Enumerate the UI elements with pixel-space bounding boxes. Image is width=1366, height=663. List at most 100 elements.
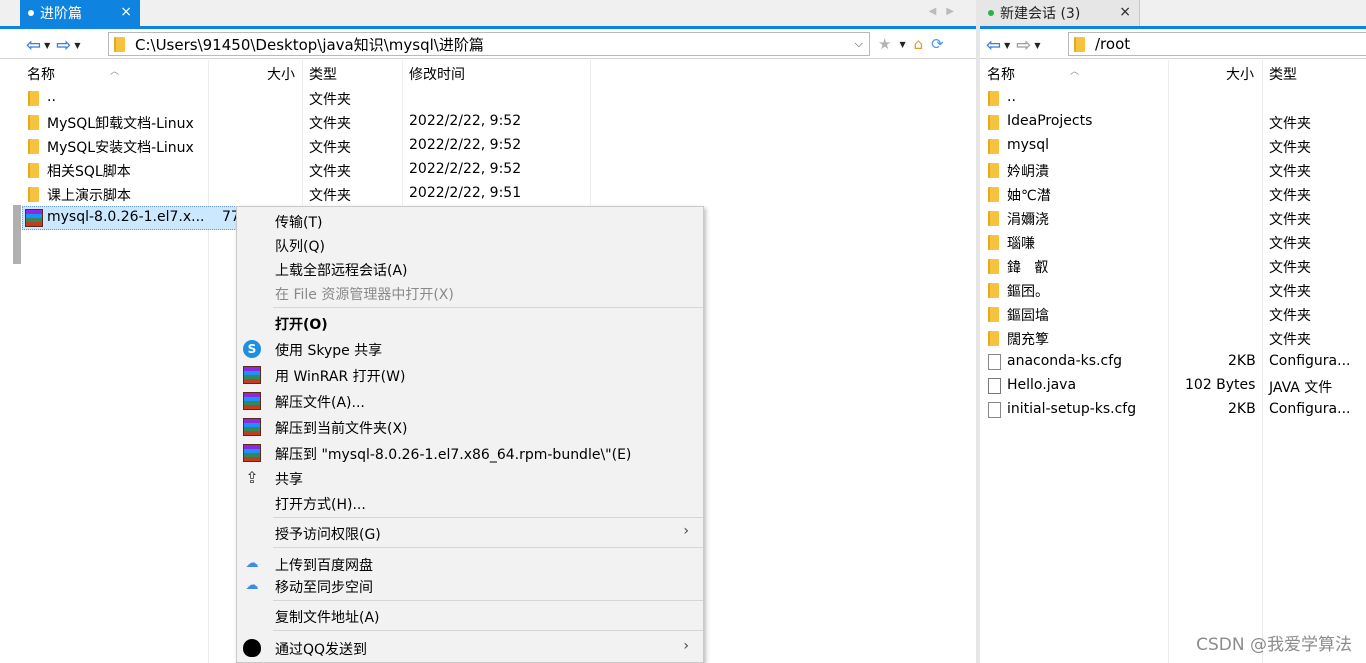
menu-item-baidu-upload[interactable]: ☁ 上传到百度网盘 (237, 552, 703, 576)
forward-arrow-icon[interactable]: ⇨ (56, 35, 71, 56)
folder-icon (28, 139, 39, 154)
folder-icon (988, 235, 999, 250)
list-item[interactable]: .. 文件夹 (0, 86, 976, 110)
local-column-header: 名称 ︿ 大小 类型 修改时间 (0, 60, 976, 85)
menu-item-send-via-qq[interactable]: 通过QQ发送到 › (237, 636, 703, 660)
file-modified: 2022/2/22, 9:51 (409, 185, 522, 201)
menu-item-transfer[interactable]: 传输(T) (237, 209, 703, 233)
back-dropdown-icon[interactable]: ▼ (44, 41, 50, 50)
text-file-icon (988, 378, 1001, 394)
list-item[interactable]: 鏂囩墖 文件夹 (980, 302, 1366, 326)
tab-scroll-arrows-icon[interactable]: ◀▶ (929, 6, 964, 17)
list-item[interactable]: 课上演示脚本 文件夹 2022/2/22, 9:51 (0, 182, 976, 206)
chevron-right-icon: › (683, 638, 689, 654)
file-modified: 2022/2/22, 9:52 (409, 113, 522, 129)
list-item[interactable]: 涓嬭浇 文件夹 (980, 206, 1366, 230)
file-name: IdeaProjects (1007, 113, 1093, 129)
file-size: 102 Bytes (1185, 377, 1256, 393)
file-name: 妗岄潰 (1007, 164, 1049, 180)
local-path-field[interactable]: C:\Users\91450\Desktop\java知识\mysql\进阶篇 … (108, 32, 870, 56)
list-item[interactable]: 瑙嗛 文件夹 (980, 230, 1366, 254)
scrollbar-thumb[interactable] (13, 205, 21, 264)
folder-icon (28, 187, 39, 202)
col-name[interactable]: 名称 (27, 64, 55, 84)
forward-dropdown-icon[interactable]: ▼ (1034, 41, 1040, 50)
file-modified: 2022/2/22, 9:52 (409, 137, 522, 153)
file-name: 相关SQL脚本 (47, 164, 131, 180)
local-pane: 进阶篇 × ◀▶ ⇦ ▼ ⇨ ▼ C:\Users\91450\Desktop\ja… (0, 0, 976, 663)
close-icon[interactable]: × (120, 4, 132, 20)
connected-status-dot (988, 10, 994, 16)
share-icon: ⇪ (245, 468, 259, 487)
tab-remote-session[interactable]: 新建会话 (3) × (980, 0, 1140, 26)
list-item[interactable]: mysql 文件夹 (980, 134, 1366, 158)
menu-item-extract-files[interactable]: 解压文件(A)... (237, 389, 703, 413)
menu-item-copy-path[interactable]: 复制文件地址(A) (237, 604, 703, 628)
col-size[interactable]: 大小 (267, 64, 295, 84)
list-item[interactable]: MySQL安装文档-Linux 文件夹 2022/2/22, 9:52 (0, 134, 976, 158)
file-type: 文件夹 (1269, 212, 1311, 228)
back-arrow-icon[interactable]: ⇦ (986, 35, 1001, 56)
refresh-icon[interactable]: ⟳ (931, 35, 944, 53)
menu-item-share[interactable]: ⇪ 共享 (237, 466, 703, 490)
file-name: Hello.java (1007, 377, 1077, 393)
menu-separator (273, 517, 703, 518)
bookmark-dropdown-icon[interactable]: ▼ (899, 40, 905, 49)
local-toolbar-icons: ★ ▼ ⌂ ⟳ (878, 35, 944, 53)
col-type[interactable]: 类型 (1269, 64, 1297, 84)
menu-item-move-to-sync[interactable]: ☁ 移动至同步空间 (237, 574, 703, 598)
menu-item-queue[interactable]: 队列(Q) (237, 233, 703, 257)
list-item[interactable]: anaconda-ks.cfg 2KB Configura... (980, 350, 1366, 374)
back-arrow-icon[interactable]: ⇦ (26, 35, 41, 56)
list-item[interactable]: 鍏 叡 文件夹 (980, 254, 1366, 278)
list-item[interactable]: 妗岄潰 文件夹 (980, 158, 1366, 182)
home-folder-icon[interactable]: ⌂ (914, 35, 924, 53)
menu-item-winrar-open[interactable]: 用 WinRAR 打开(W) (237, 363, 703, 387)
close-icon[interactable]: × (1119, 4, 1131, 20)
tab-local-session[interactable]: 进阶篇 × (20, 0, 140, 26)
qq-icon (243, 639, 261, 657)
back-dropdown-icon[interactable]: ▼ (1004, 41, 1010, 50)
list-item[interactable]: .. (980, 86, 1366, 110)
file-type: Configura... (1269, 353, 1351, 369)
file-type: 文件夹 (1269, 116, 1311, 132)
file-modified: 2022/2/22, 9:52 (409, 161, 522, 177)
folder-icon (114, 36, 125, 52)
list-item[interactable]: 鏂囨。 文件夹 (980, 278, 1366, 302)
menu-item-skype-share[interactable]: S 使用 Skype 共享 (237, 337, 703, 361)
list-item[interactable]: Hello.java 102 Bytes JAVA 文件 (980, 374, 1366, 398)
folder-icon (988, 283, 999, 298)
list-item[interactable]: MySQL卸载文档-Linux 文件夹 2022/2/22, 9:52 (0, 110, 976, 134)
list-item[interactable]: initial-setup-ks.cfg 2KB Configura... (980, 398, 1366, 422)
col-name[interactable]: 名称 (987, 64, 1015, 84)
sort-ascending-icon: ︿ (110, 67, 120, 77)
col-type[interactable]: 类型 (309, 64, 337, 84)
menu-item-open-in-explorer: 在 File 资源管理器中打开(X) (275, 287, 454, 303)
list-item[interactable]: IdeaProjects 文件夹 (980, 110, 1366, 134)
menu-item-grant-access[interactable]: 授予访问权限(G) › (237, 521, 703, 545)
list-item[interactable]: 相关SQL脚本 文件夹 2022/2/22, 9:52 (0, 158, 976, 182)
tab-label: 进阶篇 (40, 6, 82, 22)
menu-item-open[interactable]: 打开(O) (237, 311, 703, 335)
tab-status-dot (28, 10, 34, 16)
local-toolbar: ⇦ ▼ ⇨ ▼ C:\Users\91450\Desktop\java知识\mysq… (0, 29, 976, 59)
col-modified[interactable]: 修改时间 (409, 64, 465, 84)
menu-item-upload-all[interactable]: 上载全部远程会话(A) (237, 257, 703, 281)
chevron-down-icon[interactable]: ⌵ (855, 37, 863, 51)
forward-arrow-icon[interactable]: ⇨ (1016, 35, 1031, 56)
file-type: 文件夹 (1269, 236, 1311, 252)
list-item[interactable]: 妯℃澘 文件夹 (980, 182, 1366, 206)
tab-label: 新建会话 (3) (1000, 6, 1081, 22)
selected-list-item[interactable]: mysql-8.0.26-1.el7.x... 77 (22, 206, 240, 230)
folder-icon (988, 115, 999, 130)
col-size[interactable]: 大小 (1226, 64, 1254, 84)
remote-path-field[interactable]: /root (1068, 32, 1366, 56)
menu-item-extract-to-folder[interactable]: 解压到 "mysql-8.0.26-1.el7.x86_64.rpm-bundl… (237, 441, 703, 465)
bookmark-star-icon[interactable]: ★ (878, 35, 891, 53)
forward-dropdown-icon[interactable]: ▼ (74, 41, 80, 50)
folder-icon (28, 115, 39, 130)
menu-item-extract-here[interactable]: 解压到当前文件夹(X) (237, 415, 703, 439)
list-item[interactable]: 闊充箰 文件夹 (980, 326, 1366, 350)
winrar-icon (243, 392, 261, 410)
menu-item-open-with[interactable]: 打开方式(H)... (237, 491, 703, 515)
